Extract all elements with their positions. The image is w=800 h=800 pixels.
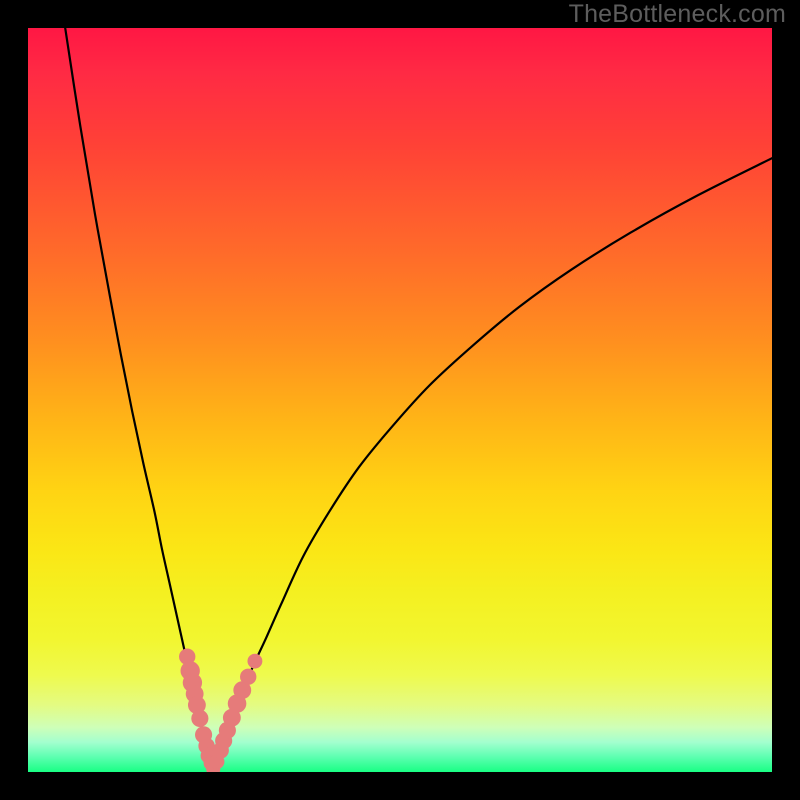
highlight-dot <box>191 710 208 727</box>
highlight-dot <box>247 654 262 669</box>
highlight-dot <box>240 669 256 685</box>
chart-frame: TheBottleneck.com <box>0 0 800 800</box>
plot-area <box>28 28 772 772</box>
chart-svg <box>28 28 772 772</box>
highlight-dots <box>179 649 262 773</box>
watermark-text: TheBottleneck.com <box>569 0 786 29</box>
right-curve <box>213 158 772 772</box>
